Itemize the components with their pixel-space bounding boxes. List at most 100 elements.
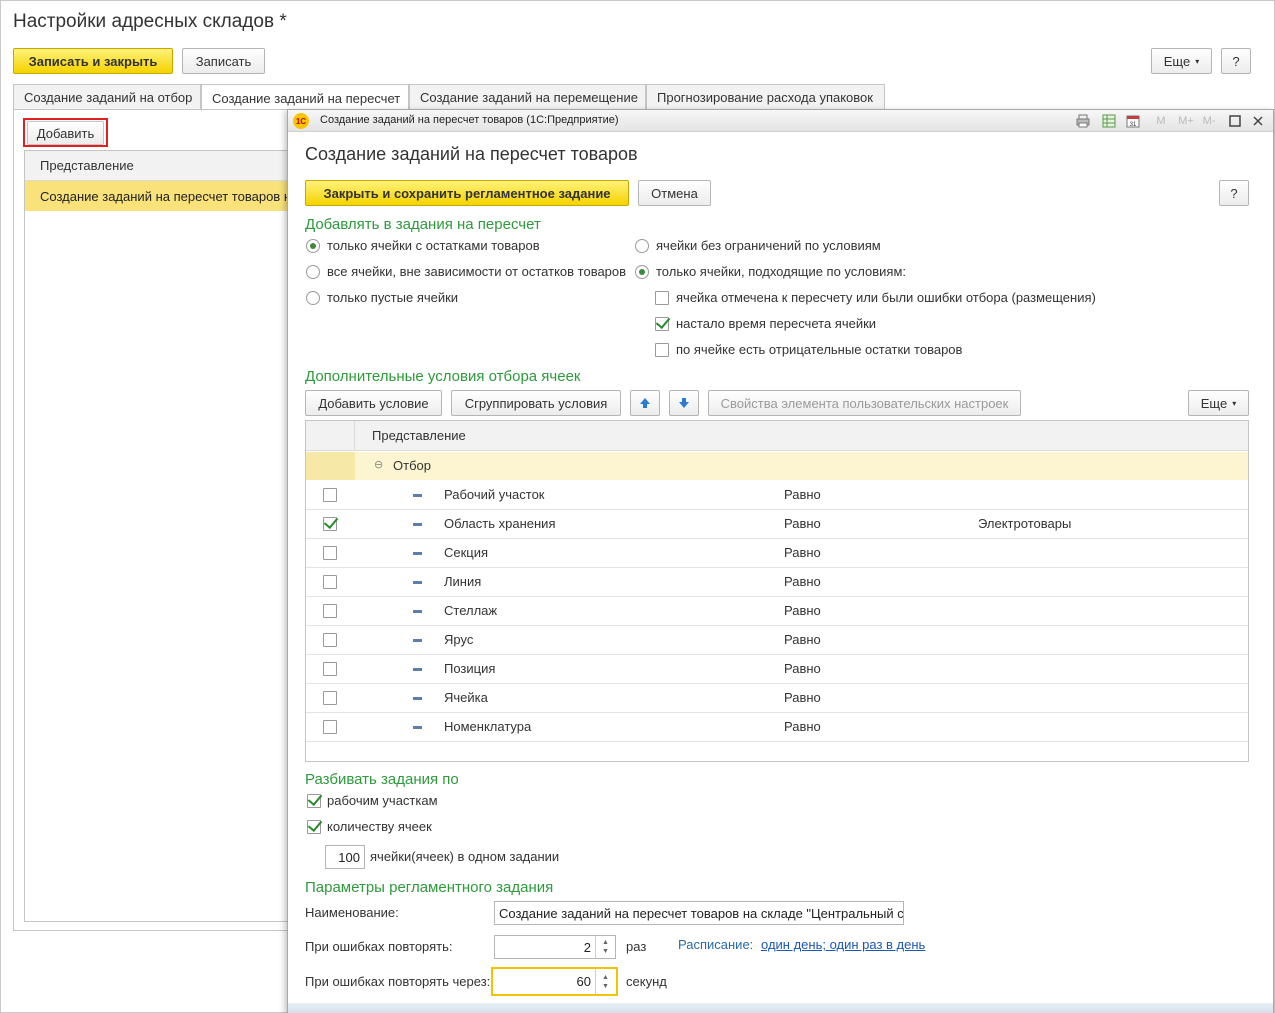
radio-no-restrictions-label: ячейки без ограничений по условиям [656, 238, 881, 253]
tab-recount[interactable]: Создание заданий на пересчет [201, 84, 409, 111]
name-label: Наименование: [305, 905, 399, 920]
close-icon[interactable] [1250, 113, 1266, 129]
grid-more-label: Еще [1200, 395, 1228, 411]
filter-row-name: Номенклатура [444, 719, 532, 734]
chk-split-cell-count[interactable] [307, 820, 321, 834]
filter-row-checkbox[interactable] [323, 546, 337, 560]
filter-row-checkbox[interactable] [323, 517, 337, 531]
filter-item-icon [413, 581, 422, 584]
filter-row-checkbox[interactable] [323, 604, 337, 618]
tab-picking[interactable]: Создание заданий на отбор [13, 84, 201, 110]
grid-group-label: Отбор [393, 458, 431, 473]
group-conditions-button[interactable]: Сгруппировать условия [451, 390, 621, 416]
calendar-icon[interactable]: 31 [1125, 113, 1141, 129]
arrow-up-icon[interactable] [630, 390, 660, 416]
retry-after-stepper[interactable]: ▲ ▼ [595, 969, 615, 994]
element-properties-button[interactable]: Свойства элемента пользовательских настр… [708, 390, 1021, 416]
memory-plus-icon[interactable]: M+ [1175, 113, 1197, 129]
help-button[interactable]: ? [1221, 48, 1251, 74]
collapse-icon[interactable]: ⊖ [374, 458, 383, 471]
table-icon[interactable] [1101, 113, 1117, 129]
radio-with-stock-label: только ячейки с остатками товаров [327, 238, 540, 253]
filter-row-operator: Равно [784, 719, 821, 734]
filter-row-checkbox[interactable] [323, 720, 337, 734]
chk-split-cell-count-label: количеству ячеек [327, 819, 432, 834]
print-icon[interactable] [1075, 113, 1091, 129]
radio-empty-cells[interactable] [306, 291, 320, 305]
grid-group-row[interactable] [306, 452, 1248, 480]
retry-stepper[interactable]: ▲ ▼ [595, 936, 615, 958]
cancel-button[interactable]: Отмена [638, 180, 711, 206]
filter-item-icon [413, 668, 422, 671]
filter-row-value: Электротовары [978, 516, 1072, 531]
radio-all-cells[interactable] [306, 265, 320, 279]
svg-text:31: 31 [1130, 122, 1137, 128]
schedule-link[interactable]: один день; один раз в день [761, 937, 925, 952]
filter-row-name: Рабочий участок [444, 487, 545, 502]
filter-row-operator: Равно [784, 661, 821, 676]
filter-item-icon [413, 552, 422, 555]
dialog-help-button[interactable]: ? [1219, 180, 1249, 206]
section-add-title: Добавлять в задания на пересчет [305, 216, 541, 233]
filter-row-name: Стеллаж [444, 603, 498, 618]
section-split-title: Разбивать задания по [305, 771, 459, 788]
filter-item-icon [413, 610, 422, 613]
chk-recount-time[interactable] [655, 317, 669, 331]
section-params-title: Параметры регламентного задания [305, 879, 554, 896]
tab-forecast[interactable]: Прогнозирование расхода упаковок [646, 84, 885, 110]
filter-row-name: Ячейка [444, 690, 488, 705]
app-logo-icon: 1С [293, 113, 309, 129]
filter-row-operator: Равно [784, 603, 821, 618]
table-header: Представление [25, 151, 288, 181]
stepper-down-icon[interactable]: ▼ [602, 982, 609, 991]
add-condition-button[interactable]: Добавить условие [305, 390, 442, 416]
filter-row-operator: Равно [784, 545, 821, 560]
chk-marked-or-errors[interactable] [655, 291, 669, 305]
dialog-title: Создание заданий на пересчет товаров (1С… [320, 114, 619, 126]
filter-row-operator: Равно [784, 487, 821, 502]
radio-all-cells-label: все ячейки, вне зависимости от остатков … [327, 264, 627, 279]
radio-matching-conditions[interactable] [635, 265, 649, 279]
table-row[interactable]: Создание заданий на пересчет товаров н [25, 181, 288, 211]
filter-row-checkbox[interactable] [323, 575, 337, 589]
grid-more-button[interactable]: Еще ▾ [1188, 390, 1249, 416]
filter-row-name: Линия [444, 574, 482, 589]
filter-row-checkbox[interactable] [323, 488, 337, 502]
filter-row-checkbox[interactable] [323, 633, 337, 647]
chk-split-work-areas[interactable] [307, 794, 321, 808]
radio-matching-conditions-label: только ячейки, подходящие по условиям: [656, 264, 907, 279]
filter-row-name: Позиция [444, 661, 496, 676]
memory-icon[interactable]: M [1153, 113, 1169, 129]
tab-moving[interactable]: Создание заданий на перемещение [409, 84, 646, 110]
close-save-button[interactable]: Закрыть и сохранить регламентное задание [305, 180, 629, 206]
more-button[interactable]: Еще ▾ [1151, 48, 1212, 74]
radio-no-restrictions[interactable] [635, 239, 649, 253]
save-close-button[interactable]: Записать и закрыть [13, 48, 173, 74]
filter-row-name: Область хранения [444, 516, 556, 531]
save-button[interactable]: Записать [182, 48, 265, 74]
chk-recount-time-label: настало время пересчета ячейки [676, 316, 877, 331]
memory-minus-icon[interactable]: M- [1199, 113, 1219, 129]
filter-item-icon [413, 494, 422, 497]
stepper-up-icon[interactable]: ▲ [602, 973, 609, 982]
chk-negative-stock[interactable] [655, 343, 669, 357]
radio-with-stock[interactable] [306, 239, 320, 253]
grid-header-label: Представление [372, 428, 466, 443]
stepper-down-icon[interactable]: ▼ [602, 947, 609, 956]
section-extra-title: Дополнительные условия отбора ячеек [305, 368, 581, 385]
filter-row-checkbox[interactable] [323, 691, 337, 705]
chk-split-work-areas-label: рабочим участкам [327, 793, 438, 808]
filter-row-name: Секция [444, 545, 489, 560]
more-label: Еще [1163, 53, 1191, 69]
filter-row-operator: Равно [784, 690, 821, 705]
page-title: Настройки адресных складов * [13, 11, 287, 32]
arrow-down-icon[interactable] [669, 390, 699, 416]
filter-row-checkbox[interactable] [323, 662, 337, 676]
name-input[interactable]: Создание заданий на пересчет товаров на … [494, 901, 904, 925]
filter-item-icon [413, 523, 422, 526]
cells-count-input[interactable]: 100 [325, 845, 365, 869]
stepper-up-icon[interactable]: ▲ [602, 938, 609, 947]
maximize-icon[interactable] [1227, 113, 1243, 129]
chk-marked-or-errors-label: ячейка отмечена к пересчету или были оши… [676, 290, 1096, 305]
retry-after-label: При ошибках повторять через: [305, 974, 491, 989]
